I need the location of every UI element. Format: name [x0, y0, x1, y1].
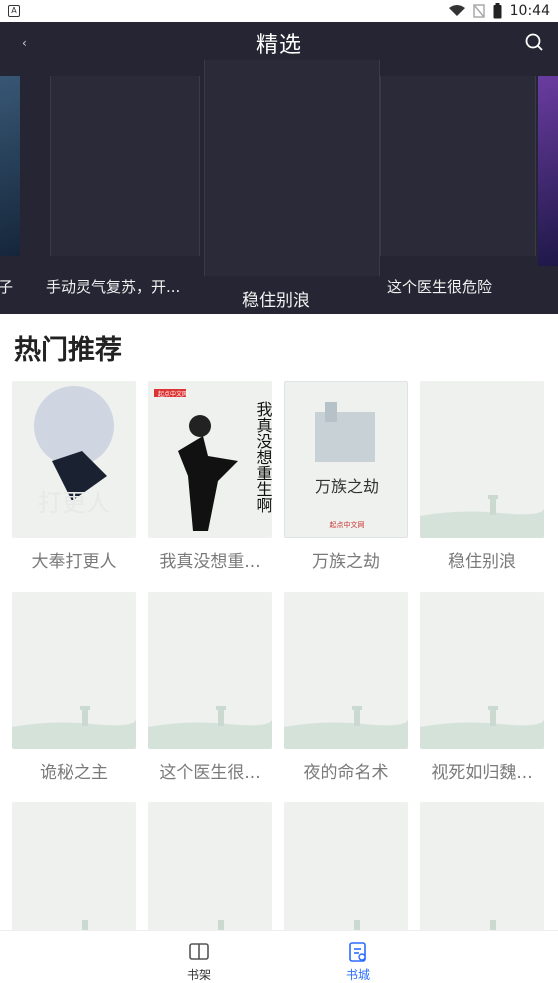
slide-caption: 手动灵气复苏，开...	[46, 278, 181, 296]
carousel-slide[interactable]: 手动灵气复苏，开...	[46, 76, 200, 314]
book-cover: 万族之劫 起点中文网	[284, 381, 408, 538]
figure-illustration: 起点中文网 我真没想重生啊	[154, 389, 273, 531]
cover-title: 我真没想重生啊	[254, 401, 273, 513]
featured-carousel[interactable]: 子 手动灵气复苏，开... 稳住别浪 这个医生很危险	[0, 60, 558, 314]
carousel-slide[interactable]: 子	[0, 76, 20, 314]
notification-icon: A	[8, 5, 20, 17]
book-cover-placeholder	[420, 381, 544, 538]
book-card[interactable]: 诡秘之主	[12, 592, 136, 783]
tab-bookstore[interactable]: 书城	[328, 941, 388, 983]
book-card[interactable]: 这个医生很...	[148, 592, 272, 783]
cover-publisher: 起点中文网	[330, 520, 365, 529]
book-title: 大奉打更人	[31, 552, 117, 572]
tab-label: 书架	[186, 968, 211, 982]
status-bar: A 10:44	[0, 0, 558, 22]
book-open-icon	[189, 943, 209, 960]
slide-cover	[50, 76, 200, 256]
cover-publisher: 起点中文网	[158, 390, 188, 398]
moon-illustration: 打更人	[34, 386, 114, 517]
book-title: 夜的命名术	[303, 763, 389, 783]
wifi-icon	[448, 5, 465, 16]
book-card[interactable]: 夜的命名术	[284, 592, 408, 783]
section-title: 热门推荐	[14, 335, 122, 366]
book-title: 我真没想重...	[159, 552, 261, 572]
tab-bookshelf[interactable]: 书架	[169, 941, 229, 983]
book-cover-placeholder	[420, 592, 544, 749]
slide-cover	[538, 76, 558, 266]
featured-header: ‹ 精选 子 手动灵气复苏，开... 稳住别浪 这个医生很危险	[0, 22, 558, 314]
status-icons: 10:44	[448, 3, 550, 19]
document-icon	[349, 942, 366, 962]
book-title: 稳住别浪	[448, 552, 516, 572]
book-title: 诡秘之主	[40, 763, 108, 783]
carousel-slide[interactable]: 稳住别浪	[204, 60, 380, 311]
cover-title: 万族之劫	[315, 477, 379, 496]
no-signal-icon	[472, 4, 485, 18]
slide-caption: 稳住别浪	[242, 291, 310, 311]
slide-cover	[204, 60, 380, 276]
book-card[interactable]: 稳住别浪	[420, 381, 544, 572]
tab-label: 书城	[345, 968, 370, 982]
slide-cover	[0, 76, 20, 256]
placeholder-landscape-icon	[284, 592, 408, 749]
book-cover-placeholder	[284, 592, 408, 749]
book-card[interactable]: 视死如归魏...	[420, 592, 544, 783]
placeholder-landscape-icon	[148, 592, 272, 749]
city-illustration: 万族之劫 起点中文网	[315, 402, 379, 529]
battery-icon	[493, 3, 502, 19]
top-nav: ‹ 精选	[0, 22, 558, 64]
carousel-slide[interactable]: 这个医生很危险	[380, 76, 536, 314]
book-card[interactable]: 万族之劫 起点中文网 万族之劫	[284, 381, 408, 572]
slide-cover	[380, 76, 536, 256]
placeholder-landscape-icon	[12, 592, 136, 749]
book-title: 这个医生很...	[159, 763, 261, 783]
slide-caption: 这个医生很危险	[387, 278, 493, 296]
bottom-tab-bar: 书架 书城	[0, 930, 558, 983]
search-icon[interactable]	[524, 32, 544, 52]
page-title: 精选	[255, 33, 302, 58]
book-title: 万族之劫	[312, 552, 380, 572]
placeholder-landscape-icon	[420, 592, 544, 749]
book-card[interactable]: 起点中文网 我真没想重生啊 我真没想重...	[148, 381, 272, 572]
placeholder-landscape-icon	[420, 381, 544, 538]
book-cover-placeholder	[148, 592, 272, 749]
book-cover-placeholder	[12, 592, 136, 749]
book-title: 视死如归魏...	[431, 763, 533, 783]
chevron-left-icon[interactable]: ‹	[22, 34, 36, 52]
slide-caption: 子	[0, 278, 14, 296]
book-card[interactable]: 打更人 大奉打更人	[12, 381, 136, 572]
carousel-slide[interactable]	[538, 76, 558, 266]
book-cover: 起点中文网 我真没想重生啊	[148, 381, 272, 538]
status-time: 10:44	[509, 3, 550, 19]
book-cover: 打更人	[12, 381, 136, 538]
cover-title: 打更人	[38, 489, 110, 517]
